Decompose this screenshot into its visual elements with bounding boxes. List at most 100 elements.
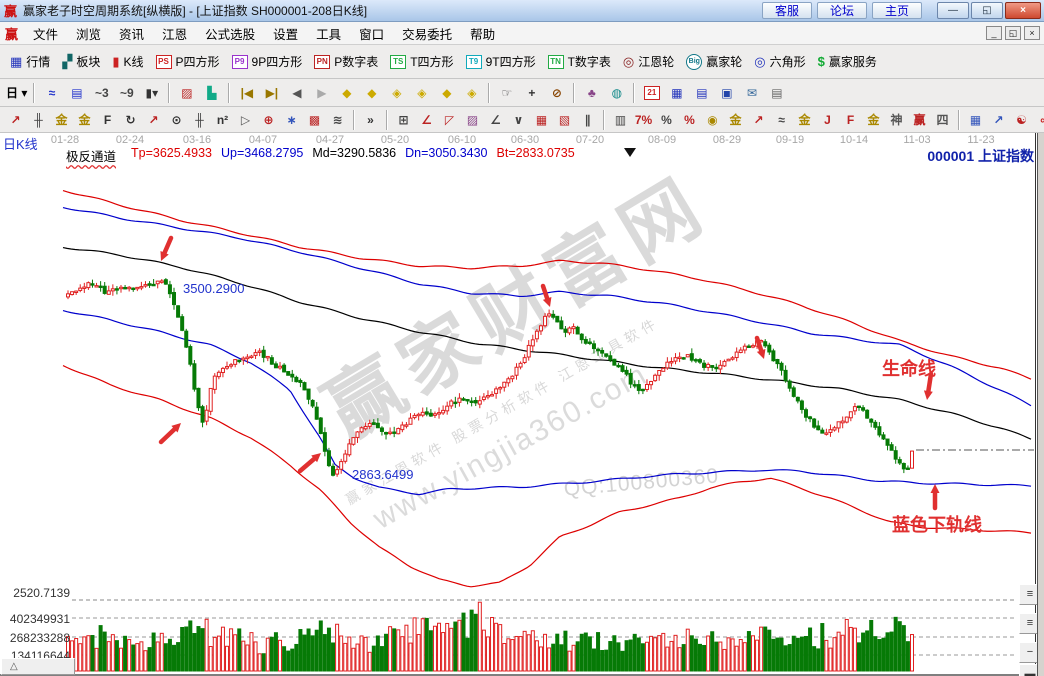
toolbar-button-kline[interactable]: ▮ K线 xyxy=(106,51,149,72)
tool-box-tool[interactable]: ⊞ xyxy=(393,110,414,130)
tool-gold-segment-2[interactable]: 金 xyxy=(74,110,95,130)
tool-spiral-tool[interactable]: ◍ xyxy=(605,82,628,104)
tool-draw-pen[interactable]: ↗ xyxy=(5,110,26,130)
panel-expand-button[interactable]: △ xyxy=(1,658,75,675)
tool-diamond-4way[interactable]: ◈ xyxy=(410,82,433,104)
tool-flag-pen[interactable]: ↗ xyxy=(748,110,769,130)
menu-item-trade-entrust[interactable]: 交易委托 xyxy=(393,22,461,45)
tool-diamond-left[interactable]: ◆ xyxy=(335,82,358,104)
tool-grid-arrow[interactable]: ▧ xyxy=(554,110,575,130)
titlebar-link-forum[interactable]: 论坛 xyxy=(816,2,867,19)
tool-gold-angle[interactable]: 金 xyxy=(794,110,815,130)
child-restore-button[interactable]: ◱ xyxy=(1005,26,1021,40)
tool-next-stock[interactable]: ▶ xyxy=(310,82,333,104)
kline-chart-canvas[interactable]: 赢家财富网www.yingjia360.comQQ:100800360赢家江恩软… xyxy=(0,133,1044,676)
tool-notebook[interactable]: ▤ xyxy=(690,82,713,104)
tool-infinity[interactable]: ∞ xyxy=(1034,110,1044,130)
menu-item-browse[interactable]: 浏览 xyxy=(67,22,110,45)
toolbar-button-gann-wheel[interactable]: ◎ 江恩轮 xyxy=(617,51,680,72)
tool-gold-wave[interactable]: 金 xyxy=(725,110,746,130)
minimize-button[interactable]: — xyxy=(937,2,969,19)
tool-percent-lines[interactable]: % xyxy=(679,110,700,130)
toolbar-button-hexagon[interactable]: ◎ 六角形 xyxy=(748,51,811,72)
toolbar-button-t-number-table[interactable]: TN T数字表 xyxy=(542,51,617,72)
tool-pattern-search[interactable]: ▨ xyxy=(175,82,198,104)
tool-ruler-percent[interactable]: ▥ xyxy=(610,110,631,130)
restore-button[interactable]: ◱ xyxy=(971,2,1003,19)
tool-gold-segment-1[interactable]: 金 xyxy=(51,110,72,130)
toolbar-button-winner-wheel[interactable]: Big 赢家轮 xyxy=(680,51,748,72)
tool-expand-more[interactable]: » xyxy=(360,110,381,130)
tool-diamond-8way[interactable]: ◆ xyxy=(435,82,458,104)
tool-candle-style[interactable]: ▮▾ xyxy=(140,82,163,104)
tool-fib-lines[interactable]: F xyxy=(97,110,118,130)
toolbar-button-9t-square[interactable]: T9 9T四方形 xyxy=(460,51,542,72)
tool-diamond-right[interactable]: ◆ xyxy=(360,82,383,104)
tool-stat-chart[interactable]: ▙ xyxy=(200,82,223,104)
toolbar-button-quotes[interactable]: ▦ 行情 xyxy=(4,51,56,72)
toolbar-button-9p-square[interactable]: P9 9P四方形 xyxy=(226,51,309,72)
tool-wave-segment[interactable]: ≋ xyxy=(327,110,348,130)
titlebar-link-customer-service[interactable]: 客服 xyxy=(761,2,812,19)
tool-si-angle[interactable]: 四 xyxy=(932,110,953,130)
tool-calculator[interactable]: ▦ xyxy=(665,82,688,104)
child-close-button[interactable]: × xyxy=(1024,26,1040,40)
tool-zigzag[interactable]: ∨ xyxy=(508,110,529,130)
tool-n-square[interactable]: n² xyxy=(212,110,233,130)
tool-amplitude-wave[interactable]: ≈ xyxy=(771,110,792,130)
menu-item-gann[interactable]: 江恩 xyxy=(153,22,196,45)
tool-crosshair-target[interactable]: ⊕ xyxy=(258,110,279,130)
tool-calendar[interactable]: 21 xyxy=(640,82,663,104)
tool-crosshair[interactable]: + xyxy=(520,82,543,104)
tool-shen-angle[interactable]: 神 xyxy=(886,110,907,130)
toolbar-button-p-square[interactable]: PS P四方形 xyxy=(150,51,226,72)
tool-percent[interactable]: % xyxy=(656,110,677,130)
titlebar-link-home[interactable]: 主页 xyxy=(871,2,922,19)
menu-item-settings[interactable]: 设置 xyxy=(264,22,307,45)
tool-gann-fan[interactable]: ∠ xyxy=(416,110,437,130)
tool-yin-yang[interactable]: ☯ xyxy=(1011,110,1032,130)
menu-item-file[interactable]: 文件 xyxy=(24,22,67,45)
tool-wave-9[interactable]: ~9 xyxy=(115,82,138,104)
tool-fan-in-box[interactable]: ◸ xyxy=(439,110,460,130)
tool-grid-cross[interactable]: ▩ xyxy=(304,110,325,130)
tool-gann-grid-lines[interactable]: ╫ xyxy=(28,110,49,130)
menu-item-help[interactable]: 帮助 xyxy=(461,22,504,45)
tool-percent-seven[interactable]: 7% xyxy=(633,110,654,130)
tool-last-page[interactable]: ▶| xyxy=(260,82,283,104)
toolbar-button-winner-service[interactable]: $ 赢家服务 xyxy=(812,51,883,72)
tool-first-page[interactable]: |◀ xyxy=(235,82,258,104)
tool-star-burst[interactable]: ∗ xyxy=(281,110,302,130)
tool-j-angle[interactable]: J xyxy=(817,110,838,130)
menu-item-tools[interactable]: 工具 xyxy=(307,22,350,45)
tool-wave-3[interactable]: ~3 xyxy=(90,82,113,104)
tool-parallel-lines[interactable]: ∥ xyxy=(577,110,598,130)
menu-item-window[interactable]: 窗口 xyxy=(350,22,393,45)
tool-cycle-arc[interactable]: ↻ xyxy=(120,110,141,130)
tool-diamond-all[interactable]: ◈ xyxy=(460,82,483,104)
tool-diamond-horizontal[interactable]: ◈ xyxy=(385,82,408,104)
tool-f10-info[interactable]: ▤ xyxy=(65,82,88,104)
toolbar-button-sectors[interactable]: ▞ 板块 xyxy=(56,51,106,72)
tool-measure-pen[interactable]: ↗ xyxy=(143,110,164,130)
toolbar-button-p-number-table[interactable]: PN P数字表 xyxy=(308,51,384,72)
tool-red-grid[interactable]: ▦ xyxy=(531,110,552,130)
close-button[interactable]: × xyxy=(1005,2,1041,19)
tool-angle-set[interactable]: ∠ xyxy=(485,110,506,130)
toolbar-button-t-square[interactable]: TS T四方形 xyxy=(384,51,459,72)
tool-hand-drag[interactable]: ☞ xyxy=(495,82,518,104)
tool-save[interactable]: ▣ xyxy=(715,82,738,104)
tool-grid-highlight[interactable]: ▦ xyxy=(965,110,986,130)
tool-gold-circle[interactable]: ◉ xyxy=(702,110,723,130)
tool-zoom-cancel[interactable]: ⊘ xyxy=(545,82,568,104)
tool-win-angle[interactable]: 赢 xyxy=(909,110,930,130)
tool-net-mail[interactable]: ✉ xyxy=(740,82,763,104)
child-minimize-button[interactable]: _ xyxy=(986,26,1002,40)
tool-intraday-chart[interactable]: ≈ xyxy=(40,82,63,104)
tool-price-lines[interactable]: ╫ xyxy=(189,110,210,130)
tool-trend-flag[interactable]: ▷ xyxy=(235,110,256,130)
tool-mini-kline[interactable]: ↗ xyxy=(988,110,1009,130)
tool-gann-marker[interactable]: ♣ xyxy=(580,82,603,104)
tool-time-cycle[interactable]: ⊙ xyxy=(166,110,187,130)
tool-period-selector[interactable]: 日 ▾ xyxy=(5,82,28,104)
